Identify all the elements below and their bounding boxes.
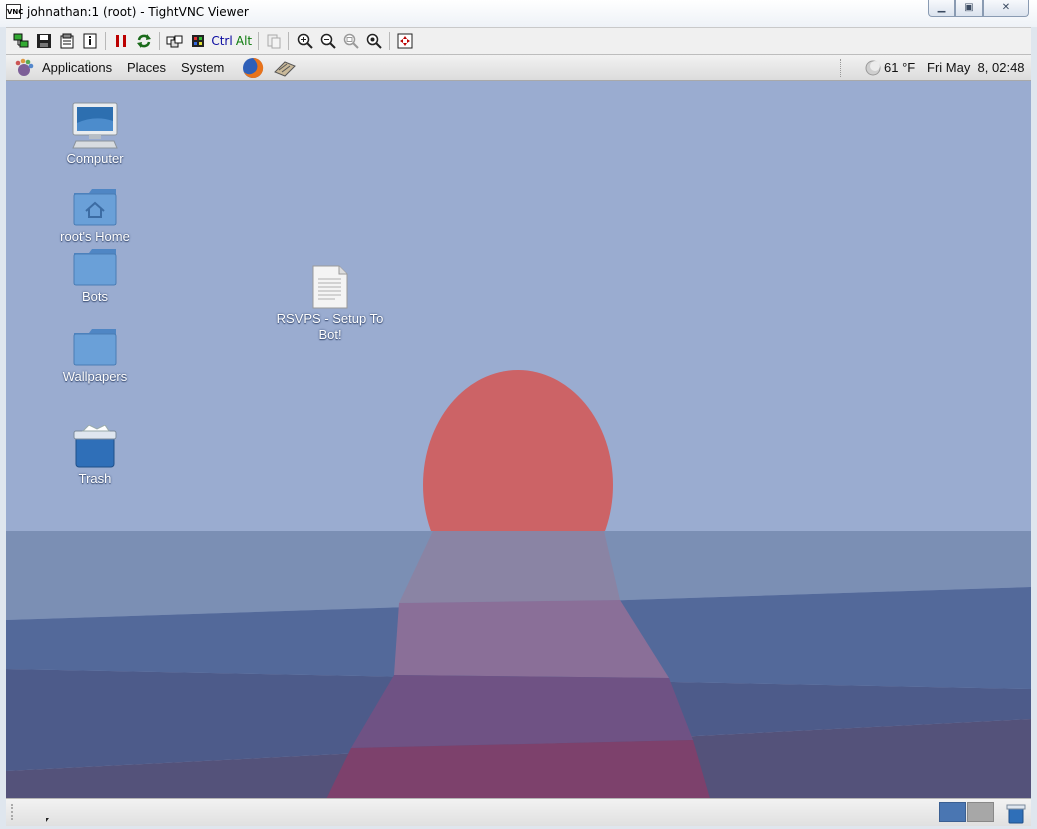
home-folder-icon [73,189,117,226]
computer-icon [72,102,118,149]
maximize-icon: ▣ [964,2,974,13]
save-button[interactable] [34,31,54,51]
send-ctrl-esc-icon [192,35,204,47]
new-connection-icon [13,33,29,48]
desktop-icon-label: Wallpapers [62,369,128,384]
send-ctrl-esc-button[interactable] [188,31,208,51]
wallpapers-folder-desktop-icon[interactable]: Wallpapers [40,327,150,385]
trash-desktop-icon[interactable]: Trash [40,425,150,487]
panel-separator [840,59,842,77]
desktop-icon-label: Computer [66,151,124,166]
text-document-icon [312,265,348,309]
workspace-1[interactable] [939,802,966,822]
fullscreen-icon [397,33,413,49]
ctrl-toggle-button[interactable]: Ctrl [210,31,234,51]
minimize-button[interactable]: ▁ [928,0,955,17]
top-panel: Applications Places System 61 °F Fri May… [6,55,1031,81]
options-icon [60,33,74,49]
toolbar-separator [159,32,160,50]
zoom-out-icon [320,33,336,49]
window-titlebar[interactable]: VNC johnathan:1 (root) - TightVNC Viewer… [0,0,1037,27]
system-menu[interactable]: System [181,60,224,75]
desktop-icon-label: RSVPS - Setup To Bot! [276,311,384,342]
zoom-100-button[interactable] [341,31,361,51]
panel-clock[interactable]: Fri May 8, 02:48 [927,60,1025,75]
toolbar-separator [389,32,390,50]
refresh-icon [137,34,151,48]
folder-icon [73,329,117,366]
trash-icon [73,425,117,468]
minimize-icon: ▁ [937,2,946,13]
vnc-app-icon: VNC [6,4,23,19]
toolbar-separator [288,32,289,50]
toolbar-separator [105,32,106,50]
save-icon [37,34,51,48]
window-title: johnathan:1 (root) - TightVNC Viewer [27,5,249,19]
applications-menu[interactable]: Applications [42,60,112,75]
bottom-panel [6,798,1031,826]
ctrl-alt-del-button[interactable] [165,31,185,51]
maximize-button[interactable]: ▣ [955,0,983,17]
options-button[interactable] [57,31,77,51]
toolbar-separator [258,32,259,50]
ctrl-alt-del-icon [166,35,183,48]
zoom-out-button[interactable] [318,31,338,51]
zoom-100-icon [343,33,359,49]
refresh-button[interactable] [134,31,154,51]
zoom-fit-button[interactable] [364,31,384,51]
vnc-toolbar: Ctrl Alt [6,27,1031,55]
home-folder-desktop-icon[interactable]: root's Home [40,187,150,245]
desktop-icon-label: root's Home [60,229,130,244]
new-connection-button[interactable] [11,31,31,51]
close-button[interactable]: ✕ [983,0,1029,17]
clipboard-button[interactable] [264,31,284,51]
pause-icon [116,35,126,47]
notes-launcher-icon[interactable] [273,58,297,81]
rsvps-file-desktop-icon[interactable]: RSVPS - Setup To Bot! [270,265,390,343]
alt-toggle-button[interactable]: Alt [234,31,254,51]
clipboard-icon [267,34,281,49]
panel-handle [11,804,15,820]
trash-applet-icon[interactable] [1006,802,1026,826]
desktop-icon-label: Bots [81,289,108,304]
folder-icon [73,249,117,286]
mouse-cursor [46,818,49,822]
firefox-launcher-icon[interactable] [242,57,264,82]
connection-info-button[interactable] [80,31,100,51]
zoom-in-icon [297,33,313,49]
desktop-icon-label: Trash [78,471,112,486]
places-menu[interactable]: Places [127,60,166,75]
connection-info-icon [83,33,97,49]
remote-desktop-viewport[interactable]: Applications Places System 61 °F Fri May… [6,55,1031,826]
weather-temperature[interactable]: 61 °F [884,60,915,75]
fullscreen-button[interactable] [395,31,415,51]
close-icon: ✕ [1001,2,1011,13]
bots-folder-desktop-icon[interactable]: Bots [40,247,150,305]
workspace-2[interactable] [967,802,994,822]
pause-button[interactable] [111,31,131,51]
zoom-in-button[interactable] [295,31,315,51]
computer-desktop-icon[interactable]: Computer [40,101,150,167]
desktop[interactable]: Computer root's Home Bots Wallpapers Tra… [6,81,1031,798]
weather-icon[interactable] [865,60,881,79]
zoom-fit-icon [366,33,382,49]
gnome-foot-icon[interactable] [14,58,34,81]
